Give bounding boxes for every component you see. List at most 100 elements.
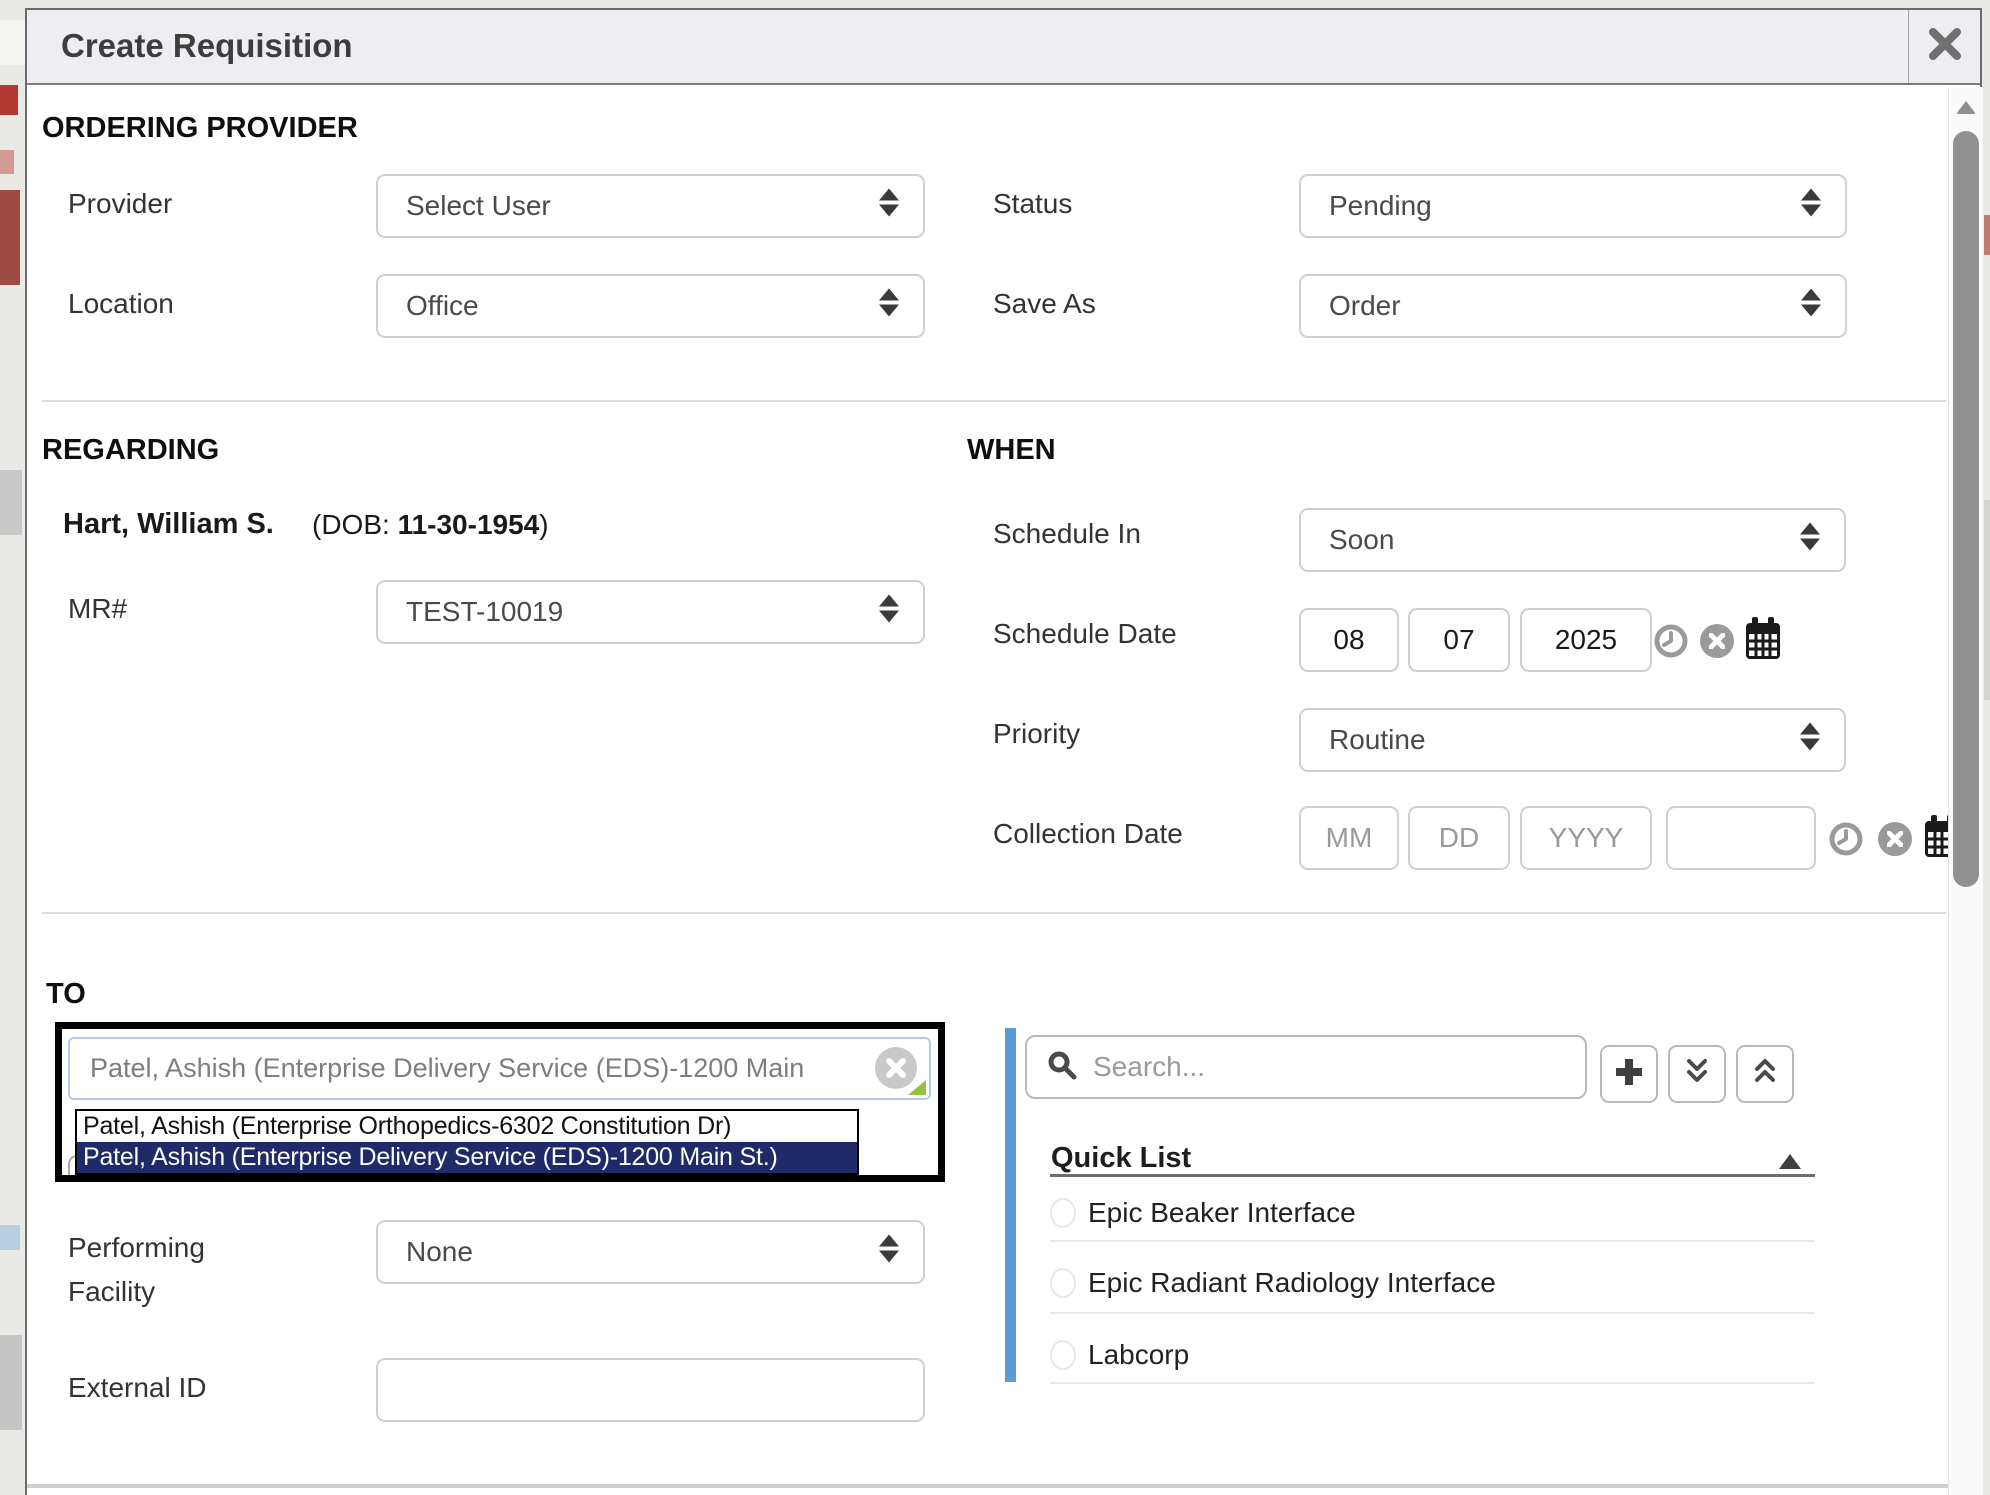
select-arrows-icon <box>877 287 901 326</box>
directory-search-input[interactable] <box>1091 1050 1535 1084</box>
radio-circle-icon <box>1050 1198 1076 1228</box>
quick-list-item[interactable]: Labcorp <box>1050 1330 1815 1380</box>
quick-list-underline <box>1050 1174 1815 1177</box>
select-arrows-icon <box>877 593 901 632</box>
priority-select-value: Routine <box>1329 724 1426 756</box>
select-arrows-icon <box>1798 721 1822 760</box>
dob-prefix: (DOB: <box>312 509 398 540</box>
background-fragment <box>0 20 25 65</box>
collection-day-input[interactable] <box>1408 806 1510 870</box>
scrollbar-thumb[interactable] <box>1953 131 1979 887</box>
schedule-month-input[interactable] <box>1299 608 1399 672</box>
collapse-caret-icon[interactable] <box>1779 1154 1801 1169</box>
section-regarding: REGARDING <box>42 434 219 467</box>
quick-list-item-label: Epic Radiant Radiology Interface <box>1088 1267 1496 1299</box>
location-label: Location <box>68 288 174 320</box>
directory-search-wrap <box>1025 1035 1587 1099</box>
performing-facility-label-line2: Facility <box>68 1276 155 1308</box>
list-separator <box>1050 1382 1815 1384</box>
external-id-input[interactable] <box>376 1358 925 1422</box>
dialog-header: Create Requisition <box>27 10 1980 85</box>
mr-select[interactable]: TEST-10019 <box>376 580 925 644</box>
mr-select-value: TEST-10019 <box>406 596 563 628</box>
list-separator <box>1050 1312 1815 1314</box>
location-select-value: Office <box>406 290 479 322</box>
section-ordering-provider: ORDERING PROVIDER <box>42 112 358 145</box>
section-to: TO <box>46 978 86 1011</box>
select-arrows-icon <box>877 187 901 226</box>
schedule-year-input[interactable] <box>1520 608 1652 672</box>
schedule-calendar-icon[interactable] <box>1744 616 1782 667</box>
schedule-day-input[interactable] <box>1408 608 1510 672</box>
performing-facility-select-value: None <box>406 1236 473 1268</box>
close-button[interactable] <box>1909 10 1981 83</box>
radio-circle-icon <box>1050 1268 1076 1298</box>
patient-dob: (DOB: 11-30-1954) <box>312 509 549 541</box>
collection-calendar-icon[interactable] <box>1923 814 1948 860</box>
search-icon <box>1047 1050 1077 1085</box>
close-icon <box>1926 25 1964 68</box>
performing-facility-label-line1: Performing <box>68 1232 205 1264</box>
save-as-select[interactable]: Order <box>1299 274 1847 338</box>
select-arrows-icon <box>1799 287 1823 326</box>
expand-all-button[interactable] <box>1668 1045 1726 1103</box>
quick-list-item-label: Labcorp <box>1088 1339 1189 1371</box>
footer-divider <box>27 1484 1948 1488</box>
provider-select[interactable]: Select User <box>376 174 925 238</box>
quick-list-item-label: Epic Beaker Interface <box>1088 1197 1356 1229</box>
schedule-date-clear-icon[interactable] <box>1700 624 1734 658</box>
background-fragment <box>0 150 14 174</box>
collapse-all-button[interactable] <box>1736 1045 1794 1103</box>
dropdown-option-selected[interactable]: Patel, Ashish (Enterprise Delivery Servi… <box>77 1142 857 1173</box>
section-divider <box>42 912 1946 914</box>
section-divider <box>42 400 1946 402</box>
select-arrows-icon <box>877 1233 901 1272</box>
collection-year-input[interactable] <box>1520 806 1652 870</box>
resize-handle-icon[interactable] <box>908 1080 926 1095</box>
dropdown-option[interactable]: Patel, Ashish (Enterprise Orthopedics-63… <box>77 1111 857 1142</box>
quick-list-item[interactable]: Epic Beaker Interface <box>1050 1188 1815 1238</box>
dob-value: 11-30-1954 <box>398 509 540 540</box>
background-fragment <box>0 1335 22 1430</box>
list-separator <box>1050 1240 1815 1242</box>
priority-select[interactable]: Routine <box>1299 708 1846 772</box>
schedule-time-clock-icon[interactable] <box>1654 624 1688 658</box>
section-when: WHEN <box>967 434 1056 467</box>
background-fragment <box>1984 215 1990 255</box>
background-fragment <box>0 1225 20 1250</box>
background-fragment <box>0 85 18 115</box>
schedule-date-label: Schedule Date <box>993 618 1177 650</box>
to-autocomplete-dropdown: Patel, Ashish (Enterprise Orthopedics-63… <box>75 1109 859 1175</box>
background-fragment <box>0 190 20 285</box>
radio-circle-icon <box>1050 1340 1076 1370</box>
save-as-label: Save As <box>993 288 1096 320</box>
collection-time-clock-icon[interactable] <box>1829 822 1863 856</box>
background-fragment <box>0 470 22 535</box>
performing-facility-select[interactable]: None <box>376 1220 925 1284</box>
collection-date-clear-icon[interactable] <box>1878 822 1912 856</box>
scrollbar-track[interactable] <box>1948 87 1983 1495</box>
to-recipient-highlight-box: Patel, Ashish (Enterprise Orthopedics-63… <box>55 1022 945 1182</box>
create-requisition-dialog: Create Requisition ORDERING PROVIDER Pro… <box>25 8 1982 1495</box>
dialog-title: Create Requisition <box>61 27 353 65</box>
status-select-value: Pending <box>1329 190 1432 222</box>
screen: Create Requisition ORDERING PROVIDER Pro… <box>0 0 1990 1495</box>
panel-accent-bar <box>1005 1028 1016 1382</box>
collection-date-label: Collection Date <box>993 818 1183 850</box>
plus-icon <box>1613 1056 1645 1093</box>
add-recipient-button[interactable] <box>1600 1045 1658 1103</box>
quick-list-item[interactable]: Epic Radiant Radiology Interface <box>1050 1258 1815 1308</box>
double-chevron-up-icon <box>1750 1058 1780 1091</box>
status-select[interactable]: Pending <box>1299 174 1847 238</box>
schedule-in-select[interactable]: Soon <box>1299 508 1846 572</box>
save-as-select-value: Order <box>1329 290 1401 322</box>
schedule-in-label: Schedule In <box>993 518 1141 550</box>
provider-select-value: Select User <box>406 190 551 222</box>
collection-month-input[interactable] <box>1299 806 1399 870</box>
collection-time-input[interactable] <box>1666 806 1816 870</box>
select-arrows-icon <box>1798 521 1822 560</box>
location-select[interactable]: Office <box>376 274 925 338</box>
priority-label: Priority <box>993 718 1080 750</box>
to-search-input[interactable] <box>70 1039 880 1098</box>
scrollbar-up-icon[interactable] <box>1956 101 1976 114</box>
